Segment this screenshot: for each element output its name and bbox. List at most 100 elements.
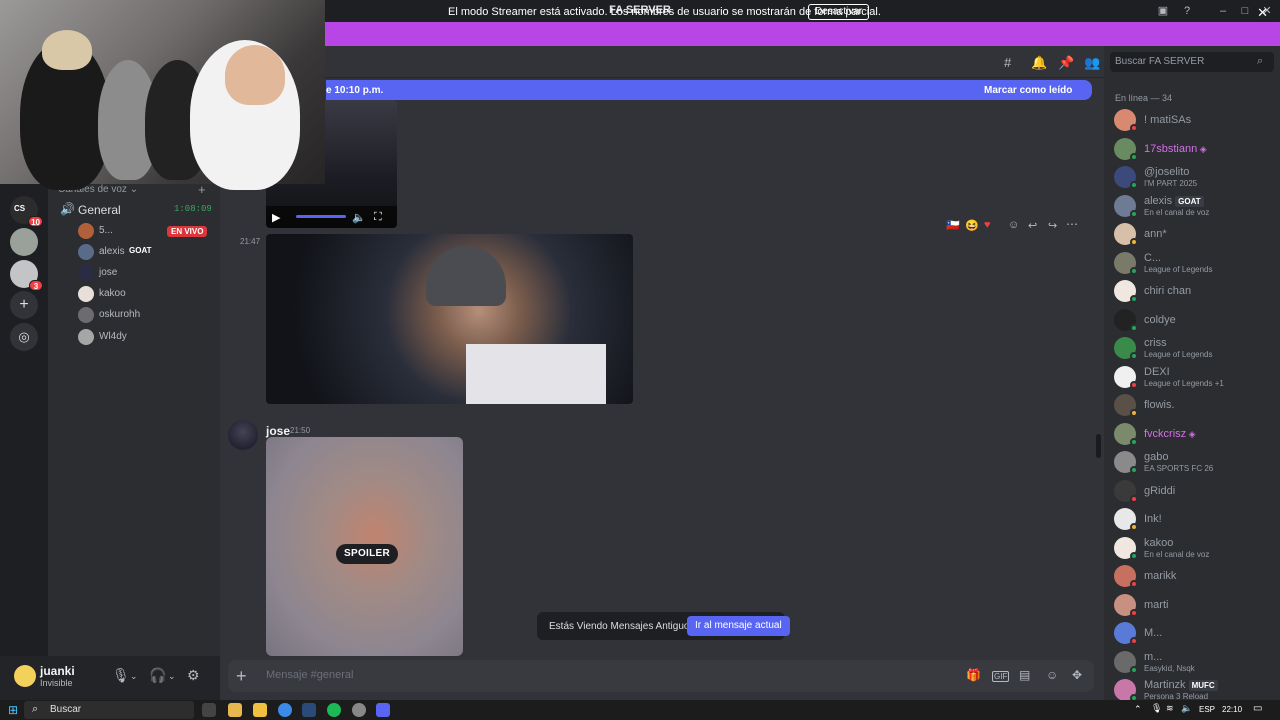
jump-to-present-button[interactable]: Ir al mensaje actual: [687, 616, 790, 636]
threads-icon[interactable]: #: [1004, 55, 1011, 70]
member-item[interactable]: m... Easykid, Nsqk: [1114, 649, 1278, 675]
app-icon[interactable]: [228, 703, 242, 717]
minimize-icon[interactable]: –: [1215, 3, 1231, 19]
inbox-icon[interactable]: ▣: [1155, 3, 1171, 19]
pin-icon[interactable]: 📌: [1058, 55, 1074, 71]
member-item[interactable]: ! matiSAs: [1114, 107, 1278, 133]
member-item[interactable]: marikk: [1114, 563, 1278, 589]
server-cs[interactable]: CS 10: [10, 196, 43, 227]
chevron-down-icon[interactable]: ⌄: [168, 671, 176, 682]
server-2[interactable]: [10, 228, 38, 256]
message-input[interactable]: [266, 669, 866, 681]
sticker-icon[interactable]: ▤: [1019, 668, 1030, 682]
headphones-icon[interactable]: 🎧: [149, 667, 166, 684]
chrome-icon[interactable]: [278, 703, 292, 717]
voice-member[interactable]: alexis GOAT: [78, 243, 218, 261]
member-item[interactable]: DEXI League of Legends +1: [1114, 364, 1278, 390]
reply-icon[interactable]: ↩: [1028, 219, 1037, 232]
help-icon[interactable]: ?: [1179, 3, 1195, 19]
member-item[interactable]: gabo EA SPORTS FC 26: [1114, 449, 1278, 475]
member-item[interactable]: 17sbstiann ◈: [1114, 136, 1278, 162]
discord-icon[interactable]: [376, 703, 390, 717]
keyboard-language[interactable]: ESP: [1199, 705, 1215, 714]
new-messages-bar[interactable]: [326, 80, 1092, 100]
member-name-text: DEXI: [1144, 365, 1170, 378]
member-item[interactable]: kakoo En el canal de voz: [1114, 535, 1278, 561]
member-item[interactable]: @joselito I'M PART 2025: [1114, 164, 1278, 190]
mark-as-read-button[interactable]: Marcar como leído: [984, 85, 1072, 96]
clock[interactable]: 22:10: [1222, 705, 1242, 714]
member-item[interactable]: chiri chan: [1114, 278, 1278, 304]
member-name: alexis GOAT: [1144, 195, 1204, 207]
apps-icon[interactable]: ✥: [1072, 668, 1082, 682]
windows-start-icon[interactable]: ⊞: [8, 703, 18, 717]
voice-member[interactable]: Wl4dy: [78, 328, 218, 346]
steam-icon[interactable]: [302, 703, 316, 717]
maximize-icon[interactable]: □: [1237, 3, 1253, 19]
more-icon[interactable]: ⋯: [1066, 217, 1078, 231]
chevron-down-icon[interactable]: ⌄: [130, 671, 138, 682]
microphone-icon[interactable]: 🎙: [1151, 703, 1162, 714]
deactivate-streamer-button[interactable]: Desactivar: [808, 4, 870, 20]
server-3[interactable]: 3: [10, 260, 43, 291]
play-icon[interactable]: ▶: [272, 211, 280, 224]
voice-member[interactable]: kakoo: [78, 285, 218, 303]
chile-flag-icon[interactable]: 🇨🇱: [946, 219, 960, 232]
add-channel-icon[interactable]: +: [198, 182, 206, 197]
volume-icon[interactable]: 🔈: [1181, 703, 1192, 714]
scrollbar[interactable]: [1096, 434, 1101, 458]
gear-icon[interactable]: ⚙: [187, 667, 200, 684]
member-item[interactable]: criss League of Legends: [1114, 335, 1278, 361]
member-item[interactable]: coldye: [1114, 307, 1278, 333]
microphone-icon[interactable]: 🎙: [112, 667, 130, 684]
member-item[interactable]: ann*: [1114, 221, 1278, 247]
obs-icon[interactable]: [352, 703, 366, 717]
members-icon[interactable]: 👥: [1084, 55, 1100, 71]
member-item[interactable]: flowis.: [1114, 392, 1278, 418]
heart-icon[interactable]: ♥: [984, 219, 991, 231]
laugh-emoji-icon[interactable]: 😆: [965, 219, 979, 232]
add-server-icon[interactable]: +: [10, 291, 38, 319]
fullscreen-icon[interactable]: ⛶: [374, 211, 382, 224]
explore-icon[interactable]: ◎: [10, 323, 38, 351]
video-progress[interactable]: [296, 215, 346, 218]
spotify-icon[interactable]: [327, 703, 341, 717]
member-item[interactable]: gRiddi: [1114, 478, 1278, 504]
status-indicator: [1130, 665, 1138, 674]
member-item[interactable]: marti: [1114, 592, 1278, 618]
emoji-icon[interactable]: ☺: [1046, 668, 1058, 682]
forward-icon[interactable]: ↪: [1048, 219, 1057, 232]
member-item[interactable]: Ink!: [1114, 506, 1278, 532]
member-item[interactable]: M...: [1114, 620, 1278, 646]
wifi-icon[interactable]: ≋: [1166, 703, 1174, 714]
avatar[interactable]: [228, 420, 258, 450]
member-name: kakoo: [1144, 537, 1173, 549]
member-name: DEXI: [1144, 366, 1170, 378]
voice-member[interactable]: jose: [78, 264, 218, 282]
add-reaction-icon[interactable]: ☺: [1008, 219, 1019, 231]
search-input[interactable]: [1115, 56, 1255, 67]
notifications-icon[interactable]: ▭: [1253, 703, 1262, 714]
member-activity: League of Legends: [1144, 264, 1213, 274]
gift-icon[interactable]: 🎁: [966, 668, 981, 682]
avatar[interactable]: [14, 665, 36, 687]
member-item[interactable]: C... League of Legends: [1114, 250, 1278, 276]
member-name-text: M...: [1144, 627, 1163, 639]
member-item[interactable]: alexis GOAT En el canal de voz: [1114, 193, 1278, 219]
close-icon[interactable]: ✕: [1257, 5, 1268, 21]
member-item[interactable]: fvckcrisz ◈: [1114, 421, 1278, 447]
message-author[interactable]: jose: [266, 424, 290, 438]
server-tag: GOAT: [127, 245, 154, 256]
file-explorer-icon[interactable]: [253, 703, 267, 717]
bell-icon[interactable]: 🔔: [1031, 55, 1047, 71]
task-view-icon[interactable]: [202, 703, 216, 717]
voice-member[interactable]: oskurohh: [78, 306, 218, 324]
spoiler-label[interactable]: SPOILER: [336, 544, 398, 564]
upload-plus-icon[interactable]: +: [236, 666, 247, 687]
gif-icon[interactable]: GIF: [992, 671, 1010, 682]
video-attachment[interactable]: [266, 234, 633, 404]
chevron-up-icon[interactable]: ⌃: [1134, 704, 1142, 715]
volume-icon[interactable]: 🔈: [352, 211, 366, 224]
nitro-icon: ◈: [1197, 143, 1207, 154]
search-icon[interactable]: ⌕: [1257, 55, 1263, 68]
